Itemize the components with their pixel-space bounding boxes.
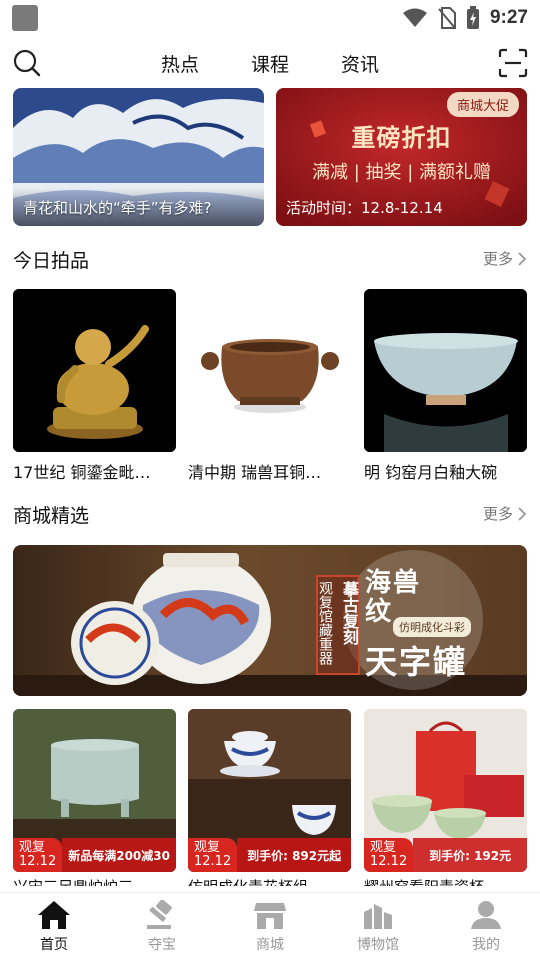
chevron-right-icon <box>518 251 527 266</box>
promo-banner[interactable]: 商城大促 重磅折扣 满减 | 抽奖 | 满额礼赠 活动时间：12.8-12.14 <box>276 88 527 226</box>
auction-item-name[interactable]: 清中期 瑞兽耳铜… <box>188 459 351 483</box>
tag-brand-text: 观复 <box>19 840 46 856</box>
status-bar: 9:27 <box>0 0 540 36</box>
promo-tag: 观复 12.12 到手价: 892元起 <box>188 838 351 872</box>
tag-brand-text: 观复 <box>370 840 397 856</box>
mall-section-title: 商城精选 <box>13 505 90 527</box>
nav-museum[interactable]: 博物馆 <box>324 893 432 960</box>
status-icons: 9:27 <box>402 6 528 30</box>
nav-profile[interactable]: 我的 <box>432 893 540 960</box>
tag-offer: 到手价: 892元起 <box>237 838 351 872</box>
article-caption: 青花和山水的“牵手”有多难? <box>23 199 212 217</box>
mall-banner-sub: 仿明成化斗彩 <box>393 617 471 637</box>
nav-label: 商城 <box>256 936 284 953</box>
no-sim-icon <box>438 7 456 29</box>
chevron-right-icon <box>518 506 527 521</box>
more-label: 更多 <box>482 505 513 523</box>
mall-banner-title-2: 天字罐 <box>365 643 468 681</box>
battery-charging-icon <box>466 6 479 29</box>
nav-label: 夺宝 <box>148 936 176 953</box>
article-banner[interactable]: 青花和山水的“牵手”有多难? <box>13 88 264 226</box>
promo-title: 重磅折扣 <box>351 124 452 152</box>
auction-more-link[interactable]: 更多 <box>483 248 527 269</box>
user-icon <box>471 900 501 929</box>
product-name[interactable]: 仿明成化青花杯组 <box>188 876 351 886</box>
nav-label: 首页 <box>40 936 68 953</box>
mall-feature-banner[interactable]: 观复馆藏重器 摹古复刻 海兽纹 仿明成化斗彩 天字罐 <box>13 545 527 696</box>
top-header: 热点 课程 资讯 <box>0 40 540 84</box>
auction-item-name[interactable]: 17世纪 铜鎏金毗… <box>13 459 176 483</box>
product-card-image[interactable]: 观复 12.12 到手价: 892元起 <box>188 709 351 872</box>
auction-section-title: 今日拍品 <box>13 250 90 272</box>
home-icon <box>38 900 70 929</box>
nav-label: 我的 <box>472 936 500 953</box>
promo-tag: 观复 12.12 新品每满200减30 <box>13 838 176 872</box>
promo-badge: 商城大促 <box>446 92 519 117</box>
nav-label: 博物馆 <box>357 936 399 953</box>
product-name[interactable]: 耀州窑看阳青瓷杯 <box>364 876 527 886</box>
nav-auction[interactable]: 夺宝 <box>108 893 216 960</box>
tab-courses[interactable]: 课程 <box>251 50 289 77</box>
promo-subtitle: 满减 | 抽奖 | 满额礼赠 <box>311 162 491 183</box>
wifi-icon <box>402 8 427 27</box>
notification-app-icon <box>12 5 38 31</box>
auction-item-image[interactable] <box>13 289 176 452</box>
museum-icon <box>364 903 392 929</box>
bottom-nav: 首页 夺宝 商城 博物馆 我的 <box>0 892 540 960</box>
promo-tag: 观复 12.12 到手价: 192元 <box>364 838 527 872</box>
gilt-bronze-figure-image <box>13 289 176 452</box>
nav-tabs: 热点 课程 资讯 <box>0 40 540 84</box>
more-label: 更多 <box>482 250 513 268</box>
tag-offer: 新品每满200减30 <box>62 838 176 872</box>
gavel-icon <box>147 899 172 929</box>
vertical-seal: 观复馆藏重器 摹古复刻 <box>316 575 360 675</box>
vertical-text-2: 摹古复刻 <box>340 581 359 645</box>
auction-item-name[interactable]: 明 钧窑月白釉大碗 <box>364 459 527 483</box>
product-name[interactable]: 兴宋三足鼎炉炉三 <box>13 876 176 886</box>
auction-item-image[interactable] <box>188 289 351 452</box>
vertical-text-1: 观复馆藏重器 <box>317 581 333 665</box>
promo-date: 活动时间：12.8-12.14 <box>286 199 443 217</box>
tag-brand: 观复 12.12 <box>364 838 414 872</box>
tag-date-text: 12.12 <box>19 854 57 869</box>
product-card-image[interactable]: 观复 12.12 新品每满200减30 <box>13 709 176 872</box>
nav-home[interactable]: 首页 <box>0 893 108 960</box>
tab-hot[interactable]: 热点 <box>161 50 199 77</box>
clock: 9:27 <box>489 7 528 28</box>
jun-kiln-bowl-image <box>364 289 527 452</box>
tag-brand: 观复 12.12 <box>13 838 63 872</box>
tag-brand: 观复 12.12 <box>188 838 238 872</box>
auction-item-image[interactable] <box>364 289 527 452</box>
store-icon <box>254 902 286 929</box>
tab-news[interactable]: 资讯 <box>341 50 379 77</box>
product-card-image[interactable]: 观复 12.12 到手价: 192元 <box>364 709 527 872</box>
tag-brand-text: 观复 <box>194 840 221 856</box>
tag-date-text: 12.12 <box>370 854 408 869</box>
scan-icon[interactable] <box>498 48 528 78</box>
mall-more-link[interactable]: 更多 <box>483 503 527 524</box>
nav-mall[interactable]: 商城 <box>216 893 324 960</box>
tag-date-text: 12.12 <box>194 854 232 869</box>
bronze-censer-image <box>188 289 351 452</box>
tag-offer: 到手价: 192元 <box>413 838 527 872</box>
